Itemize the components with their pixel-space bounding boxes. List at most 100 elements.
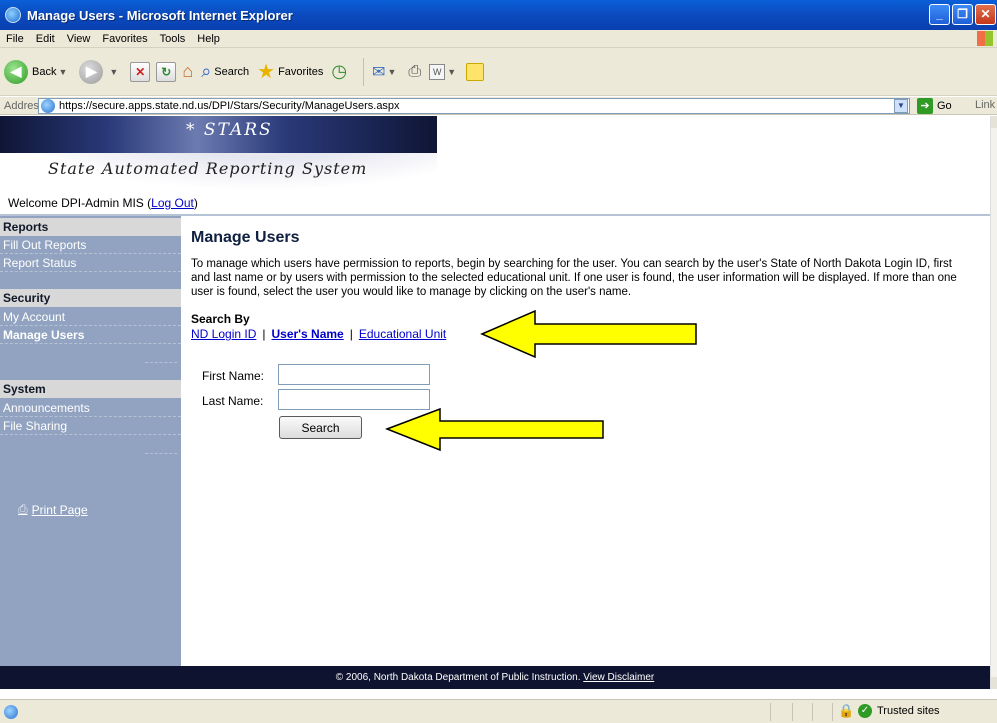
search-button[interactable]: Search bbox=[279, 416, 362, 439]
callout-arrow-search-by bbox=[480, 309, 697, 359]
sidebar-header-system: System bbox=[0, 380, 181, 398]
banner-title: * STARS bbox=[186, 120, 273, 140]
page-description: To manage which users have permission to… bbox=[191, 258, 957, 298]
windows-flag-icon bbox=[977, 31, 993, 46]
page-icon bbox=[41, 99, 55, 113]
status-pane bbox=[812, 703, 813, 721]
sidebar-item-announcements[interactable]: Announcements bbox=[0, 399, 181, 417]
menu-help[interactable]: Help bbox=[191, 33, 226, 45]
last-name-label: Last Name: bbox=[202, 394, 264, 408]
printer-icon[interactable]: ⎙ bbox=[408, 63, 421, 81]
first-name-input[interactable] bbox=[278, 364, 430, 385]
sidebar: Reports Fill Out Reports Report Status S… bbox=[0, 216, 181, 666]
toolbar-separator bbox=[363, 57, 365, 86]
menu-favorites[interactable]: Favorites bbox=[96, 33, 153, 45]
go-arrow-icon: ➔ bbox=[917, 98, 933, 114]
security-zone-label: Trusted sites bbox=[877, 705, 940, 717]
sidebar-divider bbox=[145, 453, 177, 454]
search-by-login-id-link[interactable]: ND Login ID bbox=[191, 327, 256, 341]
go-button[interactable]: ➔ Go bbox=[917, 98, 952, 114]
star-icon: ★ bbox=[257, 61, 276, 83]
menu-view[interactable]: View bbox=[61, 33, 97, 45]
scroll-up-icon[interactable] bbox=[991, 116, 997, 128]
search-by-options: ND Login ID | User's Name | Educational Unit bbox=[191, 327, 446, 341]
welcome-message: Welcome DPI-Admin MIS (Log Out) bbox=[8, 196, 198, 210]
restore-button[interactable]: ❐ bbox=[952, 4, 973, 25]
history-icon[interactable]: ◷ bbox=[331, 61, 347, 82]
sidebar-item-manage-users[interactable]: Manage Users bbox=[0, 326, 181, 344]
search-toolbar-label: Search bbox=[214, 65, 250, 78]
ie-logo-icon bbox=[5, 7, 21, 23]
favorites-label: Favorites bbox=[278, 65, 324, 78]
go-label: Go bbox=[937, 100, 952, 112]
close-button[interactable]: ✕ bbox=[975, 4, 996, 25]
back-label: Back bbox=[32, 65, 57, 78]
sidebar-item-my-account[interactable]: My Account bbox=[0, 308, 181, 326]
status-pane bbox=[770, 703, 771, 721]
magnifier-icon: ⌕ bbox=[201, 61, 212, 81]
back-dropdown-icon[interactable]: ▼ bbox=[58, 67, 67, 77]
forward-arrow-icon: ▶ bbox=[79, 59, 104, 84]
logout-link[interactable]: Log Out bbox=[151, 196, 194, 210]
page-status-icon bbox=[4, 704, 18, 719]
print-page-link[interactable]: ⎙ Print Page bbox=[18, 502, 88, 517]
refresh-icon[interactable]: ↻ bbox=[156, 61, 177, 82]
menu-edit[interactable]: Edit bbox=[30, 33, 61, 45]
sidebar-item-fill-out-reports[interactable]: Fill Out Reports bbox=[0, 236, 181, 254]
minimize-button[interactable]: _ bbox=[929, 4, 950, 25]
back-arrow-icon: ◀ bbox=[4, 59, 28, 84]
address-url[interactable]: https://secure.apps.state.nd.us/DPI/Star… bbox=[59, 100, 400, 112]
address-dropdown-icon[interactable]: ▼ bbox=[894, 99, 908, 113]
view-disclaimer-link[interactable]: View Disclaimer bbox=[583, 672, 654, 683]
links-label[interactable]: Link bbox=[975, 99, 995, 111]
status-pane bbox=[792, 703, 793, 721]
back-button[interactable]: ◀ Back ▼ bbox=[4, 59, 71, 84]
print-page-label: Print Page bbox=[31, 502, 88, 517]
sidebar-header-security: Security bbox=[0, 289, 181, 307]
search-toolbar-button[interactable]: ⌕ Search bbox=[201, 61, 249, 82]
status-pane bbox=[832, 703, 833, 721]
status-bar: 🔒 ✓ Trusted sites bbox=[0, 699, 997, 723]
first-name-label: First Name: bbox=[202, 369, 265, 383]
search-by-users-name-link[interactable]: User's Name bbox=[272, 327, 344, 341]
sidebar-header-reports: Reports bbox=[0, 218, 181, 236]
window-title: Manage Users - Microsoft Internet Explor… bbox=[27, 7, 293, 23]
printer-icon: ⎙ bbox=[18, 502, 28, 516]
edit-dropdown-icon[interactable]: ▼ bbox=[447, 67, 456, 77]
callout-arrow-search-button bbox=[385, 407, 604, 452]
welcome-text: Welcome DPI-Admin MIS ( bbox=[8, 196, 152, 210]
mail-dropdown-icon[interactable]: ▼ bbox=[387, 67, 396, 77]
search-by-separator: | bbox=[349, 327, 353, 341]
page-footer: © 2006, North Dakota Department of Publi… bbox=[0, 666, 990, 689]
title-bar: Manage Users - Microsoft Internet Explor… bbox=[0, 0, 997, 30]
edit-word-icon[interactable]: W bbox=[429, 63, 446, 80]
security-zone[interactable]: ✓ Trusted sites bbox=[858, 704, 940, 718]
menu-bar: File Edit View Favorites Tools Help bbox=[0, 30, 997, 48]
check-icon: ✓ bbox=[858, 704, 872, 718]
lock-icon[interactable]: 🔒 bbox=[838, 703, 854, 719]
menu-tools[interactable]: Tools bbox=[154, 33, 192, 45]
site-banner: * STARS State Automated Reporting System bbox=[0, 116, 437, 191]
stop-icon[interactable]: ✕ bbox=[130, 61, 151, 82]
vertical-scrollbar[interactable] bbox=[990, 116, 997, 689]
welcome-close: ) bbox=[193, 196, 198, 210]
page-title: Manage Users bbox=[191, 229, 300, 246]
home-icon[interactable]: ⌂ bbox=[182, 61, 193, 82]
favorites-button[interactable]: ★ Favorites bbox=[257, 59, 323, 84]
sidebar-divider bbox=[145, 362, 177, 363]
forward-button[interactable]: ▶ ▼ bbox=[79, 59, 122, 84]
sidebar-item-report-status[interactable]: Report Status bbox=[0, 254, 181, 272]
footer-copyright: © 2006, North Dakota Department of Publi… bbox=[335, 672, 581, 683]
search-by-separator: | bbox=[262, 327, 266, 341]
search-by-educational-unit-link[interactable]: Educational Unit bbox=[359, 327, 446, 341]
scroll-down-icon[interactable] bbox=[991, 677, 997, 689]
sidebar-item-file-sharing[interactable]: File Sharing bbox=[0, 417, 181, 435]
mail-icon[interactable]: ✉ bbox=[372, 62, 385, 82]
address-input[interactable]: https://secure.apps.state.nd.us/DPI/Star… bbox=[38, 98, 910, 114]
toolbar: ◀ Back ▼ ▶ ▼ ✕ ↻ ⌂ ⌕ Search ★ Favorites … bbox=[0, 48, 997, 96]
menu-file[interactable]: File bbox=[0, 33, 30, 45]
notes-icon[interactable] bbox=[466, 62, 485, 81]
address-bar: Address https://secure.apps.state.nd.us/… bbox=[0, 97, 997, 115]
banner-subtitle: State Automated Reporting System bbox=[48, 159, 368, 178]
forward-dropdown-icon[interactable]: ▼ bbox=[109, 67, 118, 77]
